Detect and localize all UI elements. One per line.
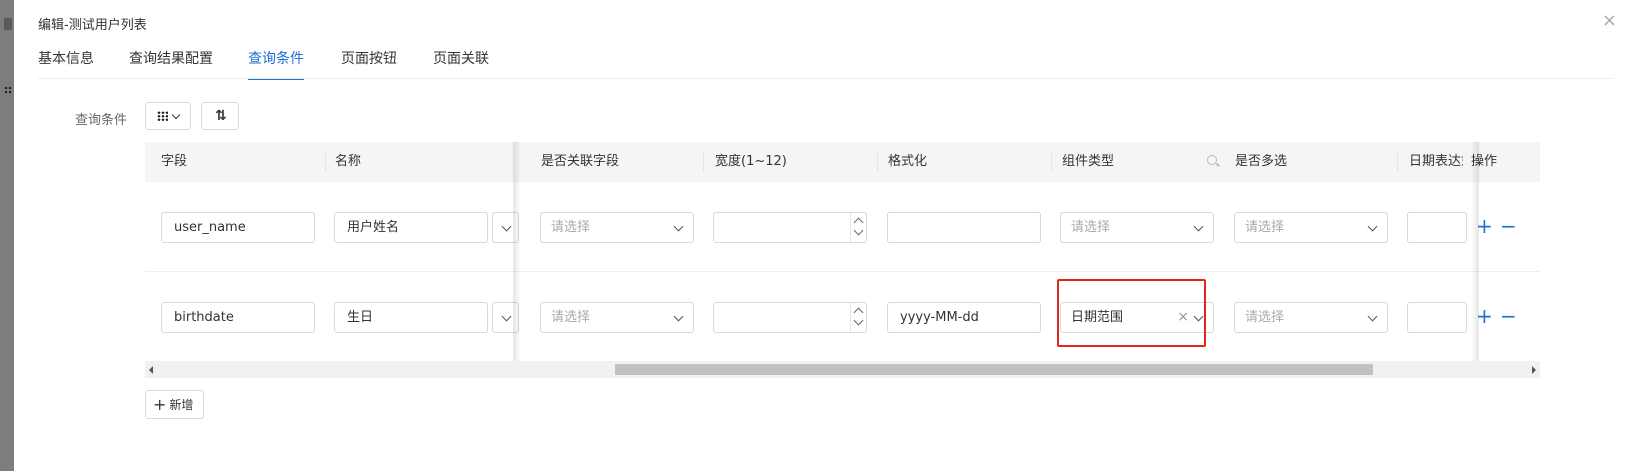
name-input[interactable]: 生日 — [334, 302, 488, 333]
component-type-select[interactable]: 请选择 — [1060, 212, 1214, 243]
select-value: 日期范围 — [1071, 310, 1124, 325]
stepper-down-icon[interactable] — [853, 315, 864, 326]
tab-basic-info[interactable]: 基本信息 — [38, 48, 94, 78]
select-placeholder: 请选择 — [1245, 310, 1285, 325]
column-settings-button[interactable] — [145, 102, 191, 130]
tab-page-relation[interactable]: 页面关联 — [433, 48, 489, 78]
sort-button[interactable]: ⇅ — [201, 102, 239, 130]
chevron-down-icon — [1367, 311, 1378, 322]
chevron-down-icon — [673, 311, 684, 322]
select-placeholder: 请选择 — [551, 220, 591, 235]
tab-divider — [38, 78, 1614, 79]
clear-icon[interactable]: × — [1177, 303, 1189, 332]
date-expression-input[interactable] — [1407, 302, 1467, 333]
field-input[interactable]: user_name — [161, 212, 315, 243]
fixed-column-shadow — [1471, 142, 1479, 361]
tab-result-config[interactable]: 查询结果配置 — [129, 48, 213, 78]
remove-row-icon[interactable]: − — [1500, 306, 1517, 326]
query-conditions-label: 查询条件 — [75, 113, 128, 128]
column-header-field: 字段 — [161, 154, 188, 169]
grid-icon — [157, 111, 168, 121]
tab-page-buttons[interactable]: 页面按钮 — [341, 48, 397, 78]
chevron-down-icon — [1193, 311, 1204, 322]
select-placeholder: 请选择 — [1071, 220, 1111, 235]
select-placeholder: 请选择 — [1245, 220, 1285, 235]
number-stepper[interactable] — [850, 303, 866, 332]
column-header-component: 组件类型 — [1062, 154, 1115, 169]
plus-icon: + — [153, 395, 167, 414]
relate-field-select[interactable]: 请选择 — [540, 302, 694, 333]
column-header-format: 格式化 — [888, 154, 928, 169]
chevron-down-icon — [673, 221, 684, 232]
chevron-down-icon — [501, 221, 512, 232]
search-icon[interactable] — [1207, 155, 1217, 165]
background-window-strip — [0, 0, 14, 471]
add-condition-button[interactable]: + 新增 — [145, 390, 204, 419]
multi-select[interactable]: 请选择 — [1234, 302, 1388, 333]
tab-query-conditions[interactable]: 查询条件 — [248, 48, 304, 80]
column-header-width: 宽度(1~12) — [715, 154, 787, 169]
width-number-input[interactable] — [713, 302, 867, 333]
scroll-thumb[interactable] — [615, 364, 1373, 375]
chevron-down-icon — [501, 311, 512, 322]
table-header: 字段 名称 是否关联字段 宽度(1~12) 格式化 组件类型 是否多选 日期表达… — [145, 142, 1540, 182]
select-placeholder: 请选择 — [551, 310, 591, 325]
stepper-down-icon[interactable] — [853, 225, 864, 236]
modal-title: 编辑-测试用户列表 — [38, 18, 147, 33]
format-input[interactable]: yyyy-MM-dd — [887, 302, 1041, 333]
add-button-label: 新增 — [169, 398, 194, 412]
number-stepper[interactable] — [850, 213, 866, 242]
column-header-relate: 是否关联字段 — [541, 154, 620, 169]
fixed-column-shadow — [513, 142, 521, 361]
width-number-input[interactable] — [713, 212, 867, 243]
chevron-down-icon — [1367, 221, 1378, 232]
chevron-down-icon — [171, 110, 181, 119]
horizontal-scrollbar[interactable] — [145, 361, 1540, 378]
multi-select[interactable]: 请选择 — [1234, 212, 1388, 243]
column-header-multi: 是否多选 — [1235, 154, 1288, 169]
field-input[interactable]: birthdate — [161, 302, 315, 333]
sort-icon: ⇅ — [215, 108, 227, 124]
edit-modal: 编辑-测试用户列表 × 基本信息 查询结果配置 查询条件 页面按钮 页面关联 查… — [14, 0, 1627, 471]
relate-field-select[interactable]: 请选择 — [540, 212, 694, 243]
name-input[interactable]: 用户姓名 — [334, 212, 488, 243]
background-grid-icon — [4, 86, 12, 94]
date-expression-input[interactable] — [1407, 212, 1467, 243]
remove-row-icon[interactable]: − — [1500, 216, 1517, 236]
column-header-date-expression: 日期表达式 — [1409, 154, 1466, 169]
column-header-name: 名称 — [335, 154, 362, 169]
scroll-right-icon[interactable] — [1532, 366, 1536, 374]
chevron-down-icon — [1193, 221, 1204, 232]
background-glyph — [4, 18, 12, 30]
format-input[interactable] — [887, 212, 1041, 243]
component-type-select[interactable]: 日期范围 × — [1060, 302, 1214, 333]
scroll-left-icon[interactable] — [149, 366, 153, 374]
close-icon[interactable]: × — [1602, 12, 1617, 30]
